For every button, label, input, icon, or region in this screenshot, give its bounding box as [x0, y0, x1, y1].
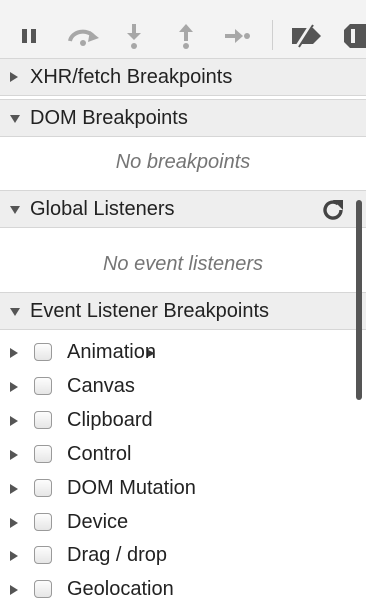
- pause-button[interactable]: [14, 18, 44, 54]
- expand-triangle-icon[interactable]: [10, 585, 18, 595]
- global-listeners-header[interactable]: Global Listeners: [0, 190, 366, 228]
- step-out-icon: [179, 24, 193, 49]
- event-checkbox[interactable]: [34, 411, 52, 429]
- expand-triangle-icon[interactable]: [10, 382, 18, 392]
- event-category-label: Device: [67, 511, 129, 533]
- event-category-canvas[interactable]: Canvas: [0, 371, 350, 403]
- section-title: Global Listeners: [30, 198, 175, 220]
- global-listeners-empty: No event listeners: [102, 253, 264, 275]
- refresh-icon[interactable]: [320, 197, 346, 223]
- deactivate-breakpoints-button[interactable]: [288, 18, 326, 54]
- step-over-icon: [68, 29, 99, 46]
- expand-triangle-icon[interactable]: [10, 518, 18, 528]
- event-category-label: Drag / drop: [67, 544, 168, 566]
- event-checkbox[interactable]: [34, 546, 52, 564]
- section-title: DOM Breakpoints: [30, 107, 188, 129]
- event-category-drag-drop[interactable]: Drag / drop: [0, 540, 350, 572]
- event-category-clipboard[interactable]: Clipboard: [0, 405, 350, 437]
- toolbar-separator: [272, 20, 273, 50]
- event-checkbox[interactable]: [34, 445, 52, 463]
- pause-on-exceptions-button[interactable]: [342, 18, 366, 54]
- event-checkbox[interactable]: [34, 513, 52, 531]
- xhr-breakpoints-header[interactable]: XHR/fetch Breakpoints: [0, 58, 366, 96]
- pause-icon: [22, 29, 36, 43]
- event-checkbox[interactable]: [34, 479, 52, 497]
- expand-triangle-icon[interactable]: [10, 484, 18, 494]
- expand-triangle-icon: [10, 72, 18, 82]
- expand-triangle-icon[interactable]: [10, 551, 18, 561]
- collapse-triangle-icon: [10, 308, 20, 316]
- expand-triangle-icon[interactable]: [10, 450, 18, 460]
- dom-breakpoints-header[interactable]: DOM Breakpoints: [0, 99, 366, 137]
- event-listener-breakpoints-header[interactable]: Event Listener Breakpoints: [0, 292, 366, 330]
- step-into-button[interactable]: [122, 18, 146, 54]
- event-category-label: Canvas: [67, 375, 135, 397]
- event-checkbox[interactable]: [34, 343, 52, 361]
- event-category-control[interactable]: Control: [0, 439, 350, 471]
- event-category-label: Geolocation: [67, 578, 174, 598]
- collapse-triangle-icon: [10, 206, 20, 214]
- sources-sidebar: XHR/fetch Breakpoints DOM Breakpoints No…: [0, 0, 366, 598]
- event-checkbox[interactable]: [34, 580, 52, 598]
- mouse-cursor-icon: ▸: [148, 344, 156, 360]
- step-icon: [225, 29, 250, 43]
- event-category-label: DOM Mutation: [67, 477, 196, 499]
- event-category-label: Animation: [67, 341, 156, 363]
- dom-breakpoints-empty: No breakpoints: [115, 151, 251, 173]
- event-category-dom-mutation[interactable]: DOM Mutation: [0, 473, 350, 505]
- step-out-button[interactable]: [174, 18, 198, 54]
- step-over-button[interactable]: [64, 18, 102, 54]
- collapse-triangle-icon: [10, 115, 20, 123]
- section-title: XHR/fetch Breakpoints: [30, 66, 233, 88]
- event-category-device[interactable]: Device: [0, 507, 350, 539]
- step-into-icon: [127, 24, 141, 49]
- vertical-scrollbar[interactable]: [356, 200, 362, 400]
- section-title: Event Listener Breakpoints: [30, 300, 270, 322]
- pause-on-exceptions-icon: [344, 24, 366, 48]
- event-checkbox[interactable]: [34, 377, 52, 395]
- event-category-animation[interactable]: Animation: [0, 337, 350, 369]
- expand-triangle-icon[interactable]: [10, 348, 18, 358]
- debugger-toolbar: [0, 0, 366, 60]
- event-category-label: Control: [67, 443, 132, 465]
- event-category-geolocation[interactable]: Geolocation: [0, 574, 350, 598]
- deactivate-breakpoints-icon: [292, 24, 321, 48]
- event-category-label: Clipboard: [67, 409, 153, 431]
- step-button[interactable]: [222, 18, 252, 54]
- expand-triangle-icon[interactable]: [10, 416, 18, 426]
